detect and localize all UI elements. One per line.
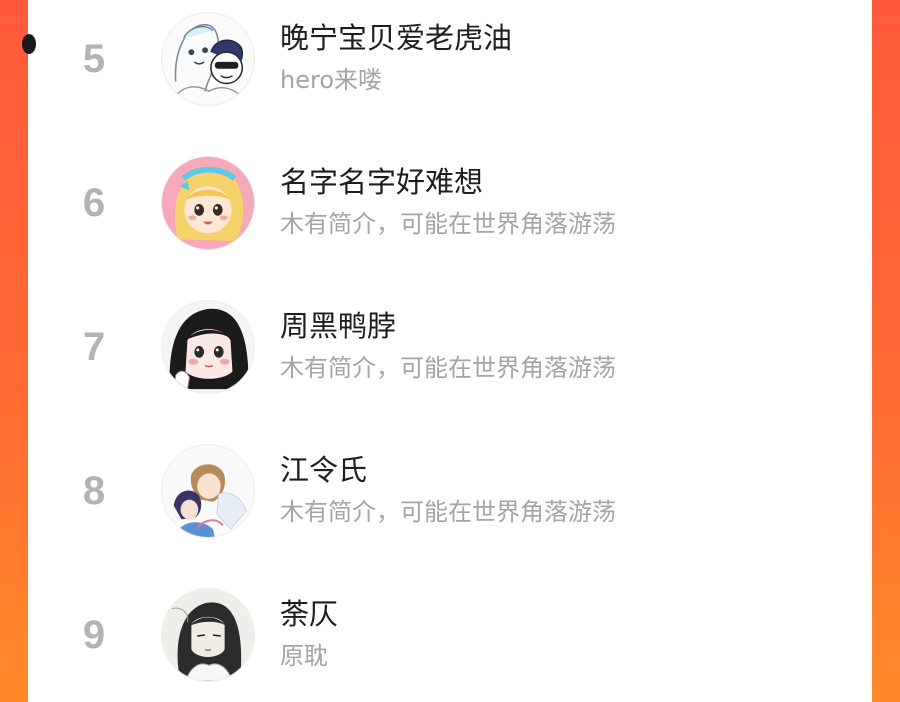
user-name[interactable]: 周黑鸭脖 (280, 306, 396, 346)
ranking-row-6[interactable]: 6 名字名字好难想 木有简介，可能在世界角落游荡 (28, 152, 872, 252)
anime-black-hair-girl-avatar-icon[interactable] (161, 300, 255, 394)
rank-number: 7 (82, 325, 106, 369)
ranking-list-panel: 5 晚宁宝贝爱老虎油 hero来喽 6 名字名字好难想 木有简介，可能在世界角落… (22, 0, 872, 702)
ranking-row-7[interactable]: 7 周黑鸭脖 木有简介，可能在世界角落游荡 (28, 296, 872, 396)
user-bio: 木有简介，可能在世界角落游荡 (280, 354, 616, 382)
user-bio: hero来喽 (280, 66, 382, 94)
ranking-row-9[interactable]: 9 荼仄 原耽 (28, 584, 872, 684)
user-name[interactable]: 江令氏 (280, 450, 367, 490)
rank-number: 9 (82, 613, 106, 657)
user-bio: 木有简介，可能在世界角落游荡 (280, 498, 616, 526)
user-bio: 木有简介，可能在世界角落游荡 (280, 210, 616, 238)
rank-number: 5 (82, 37, 106, 81)
user-name[interactable]: 晚宁宝贝爱老虎油 (280, 18, 512, 58)
anime-duo-sketch-avatar-icon[interactable] (161, 12, 255, 106)
anime-blonde-girl-avatar-icon[interactable] (161, 156, 255, 250)
user-bio: 原耽 (280, 642, 328, 670)
anime-long-hair-man-avatar-icon[interactable] (161, 588, 255, 682)
user-name[interactable]: 名字名字好难想 (280, 162, 483, 202)
anime-couple-avatar-icon[interactable] (161, 444, 255, 538)
user-name[interactable]: 荼仄 (280, 594, 338, 634)
rank-number: 6 (82, 181, 106, 225)
ranking-row-8[interactable]: 8 江令氏 木有简介，可能在世界角落游荡 (28, 440, 872, 540)
ranking-row-5[interactable]: 5 晚宁宝贝爱老虎油 hero来喽 (28, 8, 872, 108)
rank-number: 8 (82, 469, 106, 513)
